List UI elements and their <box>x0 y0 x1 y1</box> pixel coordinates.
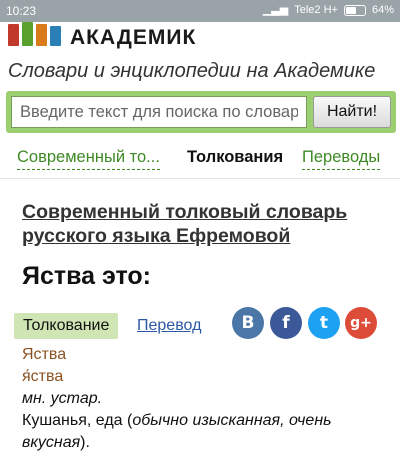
facebook-share-icon[interactable]: f <box>270 307 302 339</box>
dictionary-entry: Яства я́ства мн. устар. Кушанья, еда (об… <box>22 344 392 454</box>
tab-definitions[interactable]: Толкования <box>187 148 283 167</box>
search-button[interactable]: Найти! <box>313 96 391 128</box>
entry-accented-headword: я́ства <box>22 368 64 385</box>
site-header: АКАДЕМИК <box>0 22 400 58</box>
signal-icon: ▁▃▅ <box>262 4 289 16</box>
status-time: 10:23 <box>6 4 37 18</box>
battery-percent: 64% <box>371 4 394 16</box>
entry-grammar: мн. устар. <box>22 390 103 407</box>
entry-headword: Яства <box>22 346 67 363</box>
definition-suffix: ). <box>80 434 90 451</box>
tabs-divider <box>0 178 400 179</box>
search-form: Найти! <box>6 91 396 133</box>
definition-prefix: Кушанья, еда ( <box>22 412 133 429</box>
word-heading: Яства это: <box>22 262 151 290</box>
logo-books-icon[interactable] <box>6 22 62 48</box>
entry-definition: Кушанья, еда (обычно изысканная, очень в… <box>22 410 392 454</box>
battery-icon <box>343 4 366 16</box>
status-icons: ▁▃▅ Tele2 H+ 64% <box>263 3 394 17</box>
dictionary-title-link[interactable]: Современный толковый словарь русского яз… <box>22 200 392 248</box>
search-input[interactable] <box>11 96 307 128</box>
subtab-translation-link[interactable]: Перевод <box>137 317 201 335</box>
subtab-definition[interactable]: Толкование <box>14 313 119 339</box>
carrier-label: Tele2 H+ <box>294 4 338 16</box>
vk-share-icon[interactable]: B <box>232 307 264 339</box>
status-bar: 10:23 ▁▃▅ Tele2 H+ 64% <box>0 0 400 22</box>
site-tagline: Словари и энциклопедии на Академике <box>8 60 376 82</box>
dictionary-tabs: Современный то... Толкования Переводы <box>0 146 400 174</box>
logo-text[interactable]: АКАДЕМИК <box>70 26 196 50</box>
tab-modern-dictionary[interactable]: Современный то... <box>17 148 160 170</box>
google-plus-share-icon[interactable]: g+ <box>345 307 377 339</box>
twitter-share-icon[interactable]: t <box>308 307 340 339</box>
tab-translations[interactable]: Переводы <box>302 148 381 170</box>
